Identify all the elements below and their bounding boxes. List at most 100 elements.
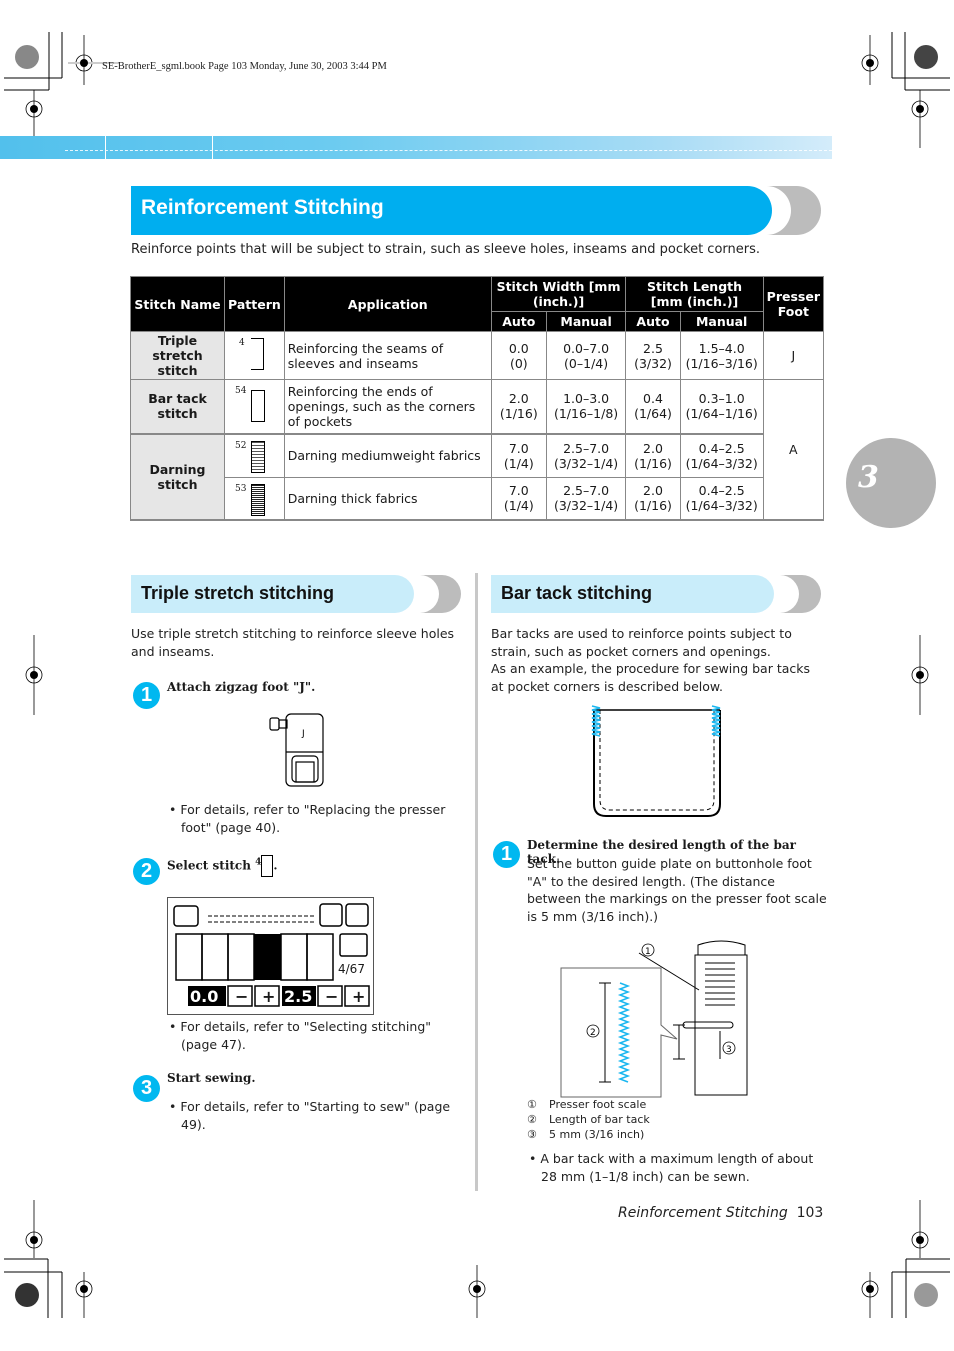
- header-width-auto: Auto: [490, 311, 547, 332]
- pattern-number: 54: [235, 386, 247, 396]
- pocket-bar-tack-illustration: [591, 705, 721, 817]
- header-pattern: Pattern: [224, 276, 285, 332]
- width-manual: 2.5–7.0 (3/32–1/4): [545, 433, 627, 478]
- length-plus-label[interactable]: +: [352, 987, 365, 1006]
- bar-tack-heading-bar: Bar tack stitching: [491, 575, 821, 613]
- step-1-badge: 1: [133, 682, 160, 709]
- application: Darning thick fabrics: [283, 477, 492, 520]
- chapter-number: 3: [858, 460, 879, 495]
- svg-text:3: 3: [726, 1045, 732, 1055]
- pattern-cell: 53: [224, 477, 285, 520]
- length-auto: 2.0 (1/16): [625, 477, 681, 520]
- section-heading-bar: Reinforcement Stitching: [131, 186, 821, 235]
- legend-item: ① Presser foot scale: [527, 1098, 647, 1111]
- thread-cut-button: [345, 903, 369, 927]
- legend-item: ③5 mm (3/16 inch): [527, 1128, 645, 1141]
- application: Reinforcing the seams of sleeves and ins…: [283, 331, 492, 380]
- header-length-manual: Manual: [679, 311, 764, 332]
- length-value: 2.5: [284, 987, 313, 1006]
- width-auto: 0.0 (0): [490, 331, 547, 380]
- triple-stretch-stitch-icon: [261, 855, 274, 877]
- application: Darning mediumweight fabrics: [283, 433, 492, 478]
- width-minus-label[interactable]: −: [235, 987, 248, 1006]
- reverse-button: [319, 903, 343, 927]
- step-1-bullet: • For details, refer to "Replacing the p…: [169, 802, 446, 835]
- top-banner: [0, 136, 832, 159]
- chapter-tab: 3: [846, 438, 936, 528]
- header-width-manual: Manual: [545, 311, 627, 332]
- step-1-title: Attach zigzag foot "J".: [167, 680, 316, 694]
- width-manual: 0.0–7.0 (0–1/4): [545, 331, 627, 380]
- width-value: 0.0: [190, 987, 219, 1006]
- length-auto: 2.5 (3/32): [625, 331, 681, 380]
- pattern-cell: 4: [224, 331, 285, 380]
- pattern-number: 52: [235, 440, 247, 451]
- triple-stretch-stitch-icon: [251, 338, 264, 370]
- darning-thick-stitch-icon: [251, 484, 265, 516]
- length-auto: 0.4 (1/64): [625, 379, 681, 434]
- zigzag-foot-j-illustration: J: [269, 713, 324, 787]
- footer-section: Reinforcement Stitching: [618, 1205, 788, 1221]
- width-auto: 7.0 (1/4): [490, 477, 547, 520]
- width-plus-label[interactable]: +: [262, 987, 275, 1006]
- header-stitch-length: Stitch Length [mm (inch.)]: [625, 276, 764, 312]
- length-manual: 0.4–2.5 (1/64–3/32): [679, 477, 764, 520]
- bar-tack-intro: Bar tacks are used to reinforce points s…: [491, 626, 811, 694]
- header-length-auto: Auto: [625, 311, 681, 332]
- foot-indicator-icon: [173, 905, 199, 927]
- pattern-cell: 54: [224, 379, 285, 434]
- table-row: Triple stretch stitch 4 Reinforcing the …: [130, 331, 825, 380]
- pattern-number: 4: [239, 338, 245, 348]
- page-footer: Reinforcement Stitching 103: [618, 1205, 823, 1221]
- presser-foot: J: [762, 331, 825, 380]
- mirror-button: [339, 933, 368, 957]
- bar-tack-note: • A bar tack with a maximum length of ab…: [529, 1151, 814, 1184]
- length-manual: 1.5–4.0 (1/16–3/16): [679, 331, 764, 380]
- legend-item: ② Length of bar tack: [527, 1113, 650, 1126]
- step-3-badge: 3: [133, 1075, 160, 1102]
- table-row: Bar tack stitch 54 Reinforcing the ends …: [130, 379, 825, 520]
- bar-tack-step-1-badge: 1: [493, 841, 520, 868]
- header-presser-foot: Presser Foot: [762, 276, 825, 332]
- step-2-bullet: • For details, refer to "Selecting stitc…: [169, 1019, 432, 1052]
- bar-tack-stitch-icon: [251, 390, 265, 422]
- width-manual: 2.5–7.0 (3/32–1/4): [545, 477, 627, 520]
- header-stitch-name: Stitch Name: [130, 276, 225, 332]
- width-manual: 1.0–3.0 (1/16–1/8): [545, 379, 627, 434]
- step-3-bullet: • For details, refer to "Starting to sew…: [169, 1099, 451, 1132]
- svg-text:1: 1: [645, 947, 651, 957]
- header-stitch-width: Stitch Width [mm (inch.)]: [490, 276, 627, 312]
- lcd-screen: 0.0 2.5 4/67 − + − +: [167, 897, 374, 1015]
- step-3-title: Start sewing.: [167, 1071, 256, 1085]
- application: Reinforcing the ends of openings, such a…: [283, 379, 492, 434]
- length-auto: 2.0 (1/16): [625, 433, 681, 478]
- triple-stretch-title: Triple stretch stitching: [141, 583, 335, 603]
- stitch-name: Triple stretch stitch: [130, 331, 225, 380]
- svg-text:2: 2: [590, 1028, 596, 1038]
- column-divider: [475, 573, 478, 1191]
- triple-stretch-intro: Use triple stretch stitching to reinforc…: [131, 626, 455, 659]
- table-row: Darning stitch 52 Darning mediumweight f…: [130, 433, 824, 520]
- print-header: SE-BrotherE_sgml.book Page 103 Monday, J…: [102, 61, 387, 72]
- bar-tack-title: Bar tack stitching: [501, 583, 653, 603]
- pattern-counter: 4/67: [338, 962, 365, 976]
- darning-stitch-icon: [251, 440, 265, 473]
- width-auto: 2.0 (1/16): [490, 379, 547, 434]
- pattern-cell: 52: [224, 433, 285, 478]
- stitch-spec-table: Stitch Name Pattern Application Stitch W…: [130, 276, 825, 521]
- length-manual: 0.4–2.5 (1/64–3/32): [679, 433, 764, 478]
- step-2-badge: 2: [133, 858, 160, 885]
- step-2-title: Select stitch 4.: [167, 855, 278, 877]
- page-number: 103: [796, 1205, 824, 1221]
- pattern-number: 53: [235, 484, 247, 494]
- length-manual: 0.3–1.0 (1/64–1/16): [679, 379, 764, 434]
- header-application: Application: [283, 276, 492, 332]
- diagram-legend: ① Presser foot scale ② Length of bar tack …: [527, 1097, 650, 1142]
- length-minus-label[interactable]: −: [325, 987, 338, 1006]
- table-row: 53 Darning thick fabrics 7.0 (1/4) 2.5–7.…: [131, 477, 824, 520]
- section-title: Reinforcement Stitching: [141, 196, 384, 219]
- triple-stretch-heading-bar: Triple stretch stitching: [131, 575, 461, 613]
- stitch-name: Bar tack stitch: [130, 379, 225, 434]
- stitch-name: Darning stitch: [130, 433, 225, 520]
- section-intro: Reinforce points that will be subject to…: [131, 242, 761, 257]
